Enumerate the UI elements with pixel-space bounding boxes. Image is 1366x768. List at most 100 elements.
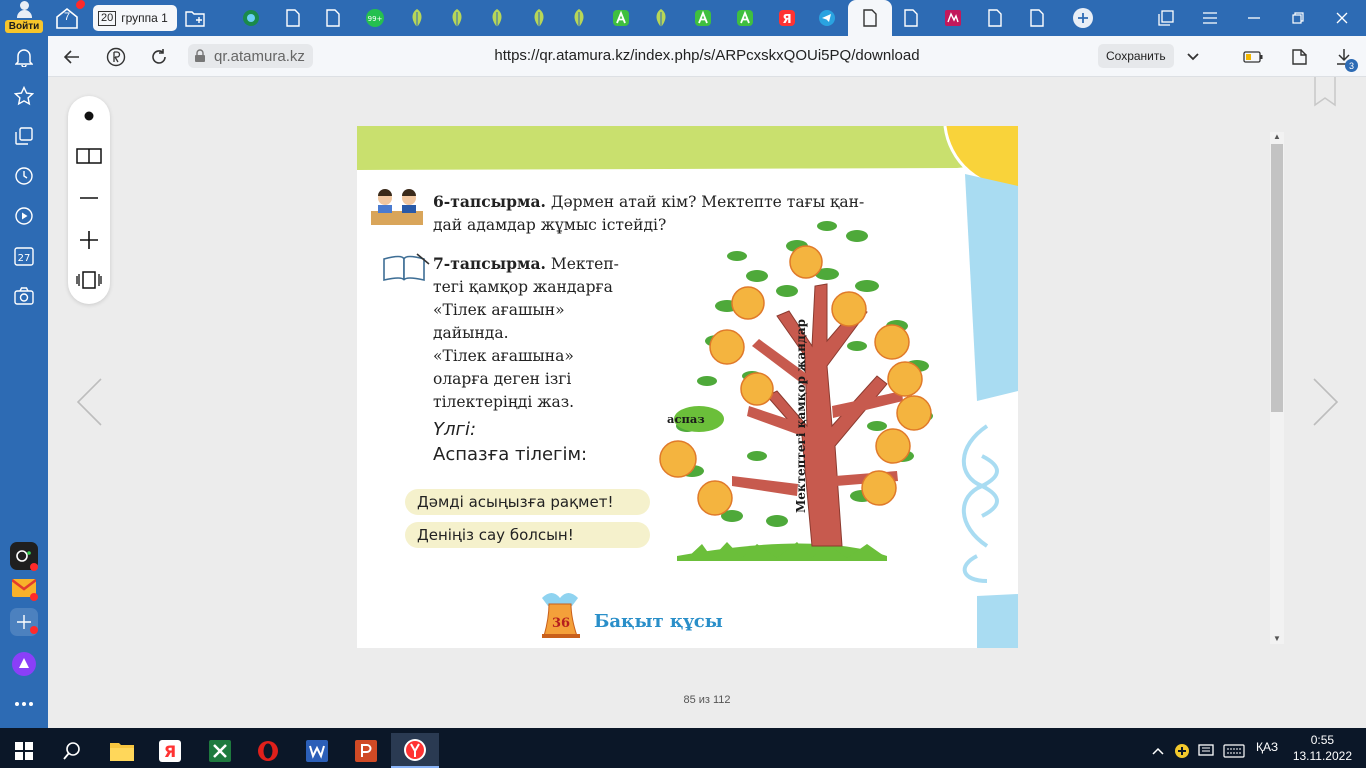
yandex-browser-icon — [404, 738, 426, 761]
tab-yandex[interactable]: Я — [772, 4, 802, 32]
calendar-button[interactable]: 27 — [12, 244, 36, 268]
video-button[interactable] — [12, 204, 36, 228]
tab-document-5[interactable] — [1022, 4, 1052, 32]
favorites-button[interactable] — [12, 84, 36, 108]
tab-green-a-2[interactable] — [688, 4, 718, 32]
scroll-up-arrow[interactable]: ▲ — [1270, 132, 1284, 142]
collections-sidebar-button[interactable] — [12, 124, 36, 148]
yandex-search-app[interactable]: Я — [146, 733, 194, 768]
search-button[interactable] — [48, 733, 96, 768]
task7-title: 7-тапсырма. — [433, 254, 546, 273]
tabs-counter-button[interactable]: 7 — [55, 7, 79, 29]
account-button[interactable]: Войти — [0, 0, 84, 36]
green-band — [357, 126, 1018, 170]
mail-alert-dot — [30, 593, 38, 601]
task6-title: 6-тапсырма. — [433, 192, 546, 211]
two-page-button[interactable] — [75, 142, 103, 170]
pdf-viewer: ▲ ▼ 6-тапсырма. Дәрмен атай кім? Мектепт… — [48, 77, 1366, 728]
leaf-logo-icon — [574, 9, 584, 27]
tab-globe[interactable] — [236, 4, 266, 32]
green-a-icon — [613, 10, 629, 26]
zoom-out-button[interactable] — [75, 184, 103, 212]
yandex-browser-app[interactable] — [391, 733, 439, 768]
windows-logo-icon — [15, 741, 33, 760]
scroll-down-arrow[interactable]: ▼ — [1270, 634, 1284, 644]
opera-app[interactable] — [244, 733, 292, 768]
tab-telegram[interactable] — [812, 4, 842, 32]
network-status-button[interactable] — [1172, 733, 1192, 768]
app-alert-dot — [30, 563, 38, 571]
system-clock[interactable]: 0:55 13.11.2022 — [1293, 732, 1352, 764]
tab-document-1[interactable] — [278, 4, 308, 32]
tab-atamura-6[interactable] — [646, 4, 676, 32]
sample-heading: Аспазға тілегім: — [433, 444, 588, 465]
close-button[interactable] — [1332, 8, 1352, 28]
notifications-tray-button[interactable] — [1196, 733, 1216, 768]
shield-plus-icon — [1175, 743, 1189, 758]
tab-atamura-3[interactable] — [482, 4, 512, 32]
tab-atamura-4[interactable] — [524, 4, 554, 32]
tree-leaf-label: аспаз — [667, 412, 705, 426]
explorer-app[interactable] — [98, 733, 146, 768]
tab-group-chip[interactable]: 20 группа 1 — [93, 5, 177, 31]
tab-atamura-5[interactable] — [564, 4, 594, 32]
sky-strip-lower — [977, 594, 1018, 648]
history-button[interactable] — [12, 164, 36, 188]
fit-page-button[interactable] — [75, 266, 103, 294]
add-alert-dot — [30, 626, 38, 634]
globe-icon — [243, 10, 259, 26]
task7-line6: оларға деген ізгі — [433, 370, 572, 388]
clock-date: 13.11.2022 — [1292, 749, 1352, 763]
word-app[interactable] — [293, 733, 341, 768]
task7-text: 7-тапсырма. Мектеп- тегі қамқор жандарға… — [433, 252, 673, 414]
single-page-button[interactable] — [75, 102, 103, 130]
bookmark-button[interactable] — [1313, 77, 1337, 107]
extensions-button[interactable] — [1288, 46, 1310, 68]
tab-document-3[interactable] — [896, 4, 926, 32]
collections-button[interactable] — [1156, 8, 1176, 28]
tab-atamura-2[interactable] — [442, 4, 472, 32]
input-language[interactable]: ҚАЗ — [1256, 740, 1278, 754]
tab-atamura-1[interactable] — [402, 4, 432, 32]
excel-app[interactable] — [196, 733, 244, 768]
tab-green-a-3[interactable] — [730, 4, 760, 32]
menu-button[interactable] — [1200, 8, 1220, 28]
students-icon — [371, 189, 423, 225]
scrollbar-thumb[interactable] — [1271, 144, 1283, 412]
telegram-icon — [819, 10, 835, 26]
tab-messenger[interactable]: 99+ — [360, 4, 390, 32]
save-button[interactable]: Сохранить — [1098, 44, 1174, 68]
tab-green-a-1[interactable] — [606, 4, 636, 32]
tab-document-2[interactable] — [318, 4, 348, 32]
chevron-down-icon — [1187, 53, 1199, 61]
more-apps-button[interactable] — [12, 692, 36, 716]
leaf-logo-icon — [452, 9, 462, 27]
zoom-in-button[interactable] — [75, 226, 103, 254]
tab-document-4[interactable] — [980, 4, 1010, 32]
notifications-button[interactable] — [12, 45, 36, 69]
task7-line4: дайында. — [433, 324, 509, 342]
start-button[interactable] — [0, 733, 48, 768]
restore-button[interactable] — [1288, 8, 1308, 28]
battery-saver-button[interactable] — [1242, 46, 1264, 68]
touch-keyboard-button[interactable] — [1220, 733, 1248, 768]
previous-page-button[interactable] — [75, 377, 105, 427]
show-hidden-icons-button[interactable] — [1148, 733, 1168, 768]
tab-media[interactable] — [938, 4, 968, 32]
tab-active-pdf[interactable] — [848, 0, 892, 36]
document-icon — [863, 9, 877, 27]
minimize-button[interactable] — [1244, 8, 1264, 28]
calendar-day: 27 — [18, 253, 31, 264]
save-dropdown-button[interactable] — [1182, 46, 1204, 68]
yandex-icon: Я — [779, 10, 795, 26]
task6-line1: Дәрмен атай кім? Мектепте тағы қан- — [545, 193, 865, 211]
alice-assistant-button[interactable] — [10, 650, 38, 678]
powerpoint-app[interactable] — [342, 733, 390, 768]
screenshot-button[interactable] — [12, 284, 36, 308]
dot-icon — [84, 111, 94, 121]
task7-line3: «Тілек ағашын» — [433, 301, 565, 319]
new-tab-button[interactable] — [1070, 6, 1096, 30]
next-page-button[interactable] — [1310, 377, 1340, 427]
login-label: Войти — [4, 20, 44, 33]
tab-new-folder[interactable] — [182, 4, 208, 32]
